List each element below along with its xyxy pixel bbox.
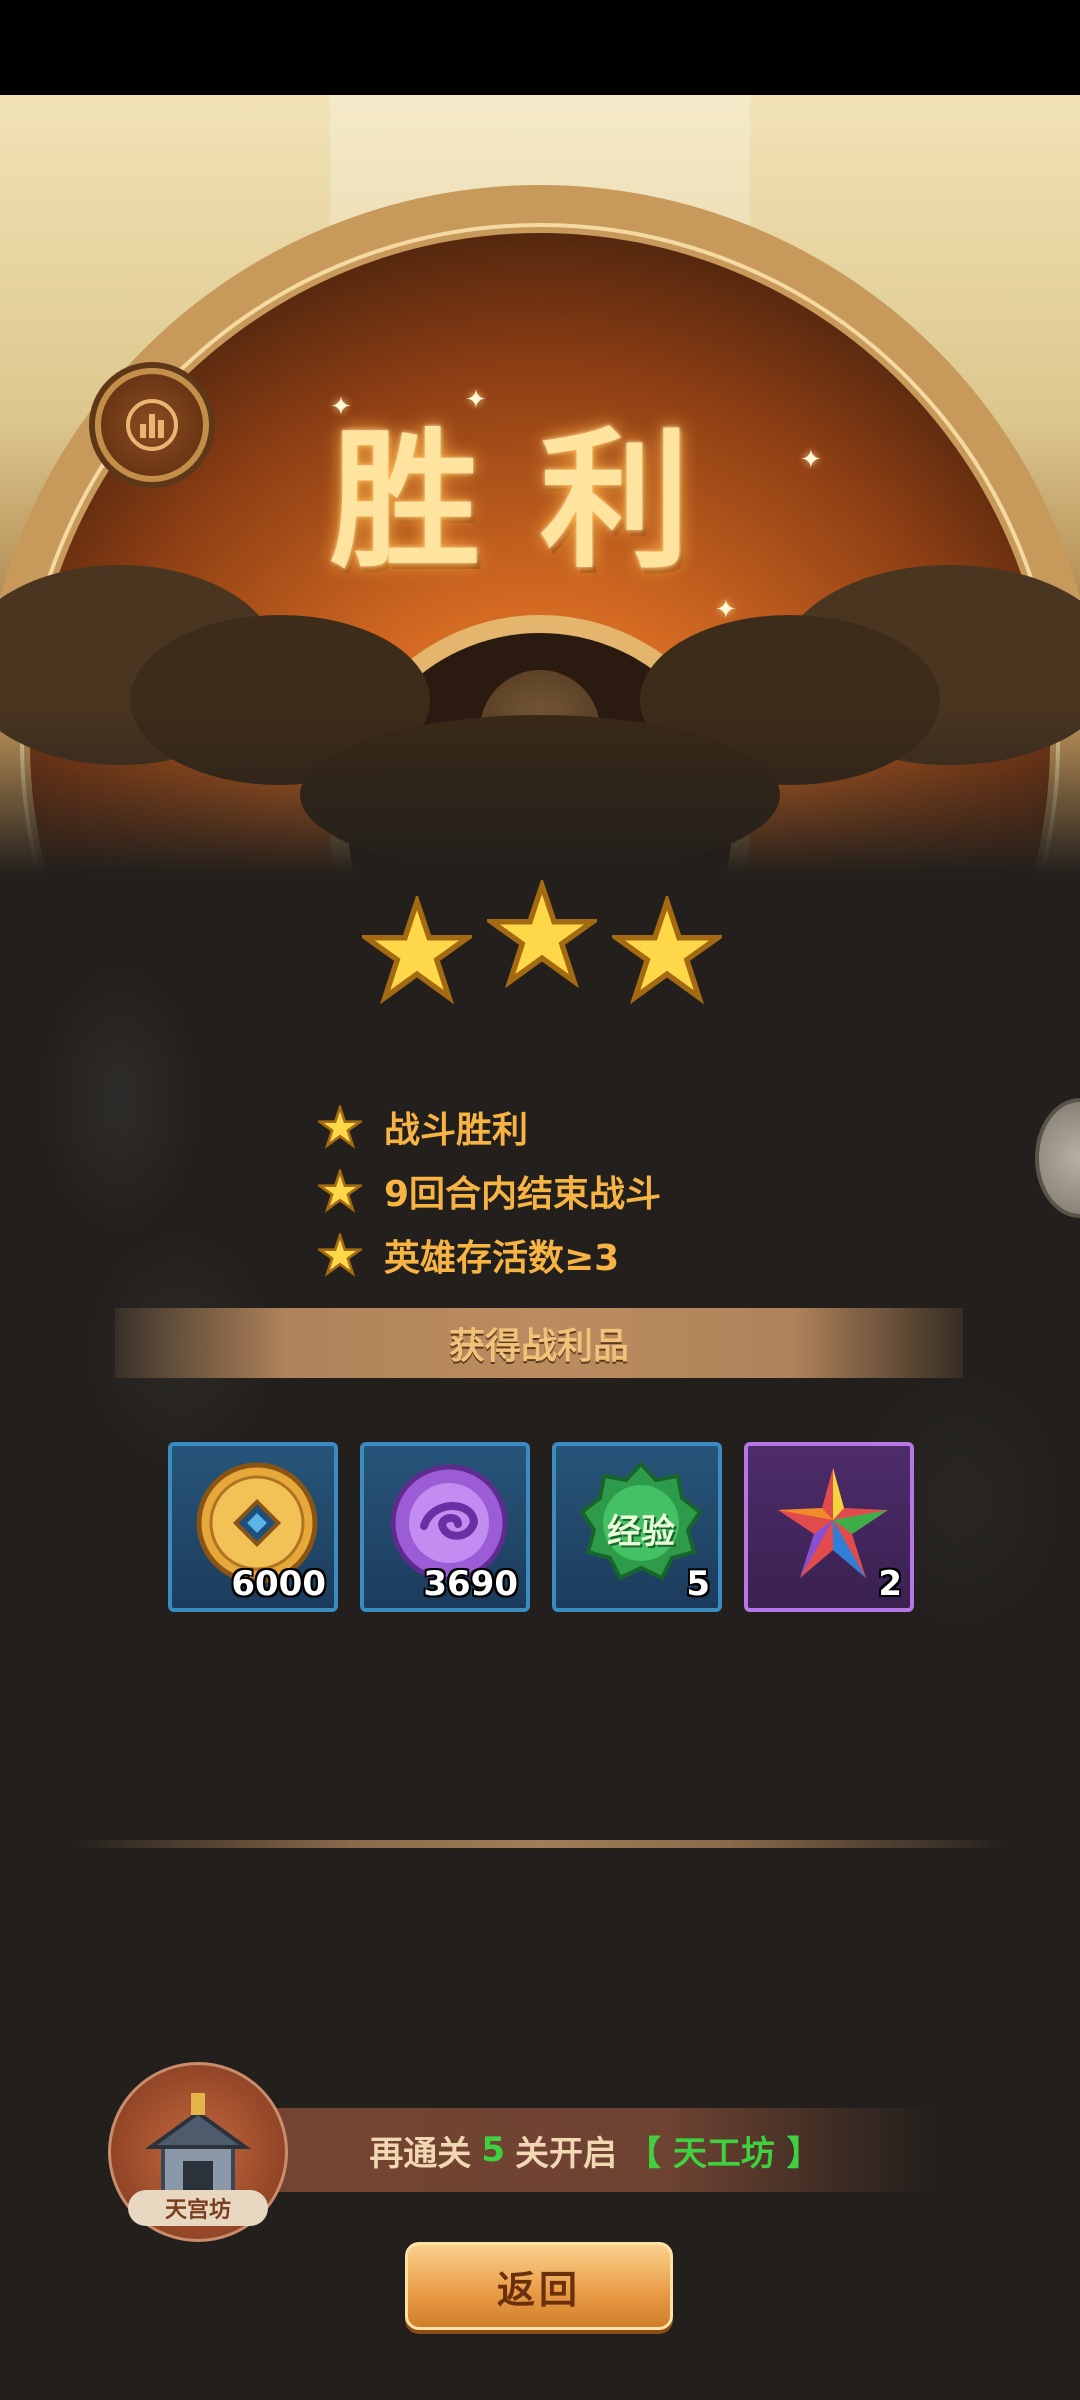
star-icon xyxy=(318,1169,362,1213)
status-bar xyxy=(0,0,1080,95)
condition-label: 战斗胜利 xyxy=(384,1110,529,1151)
star-icon xyxy=(318,1105,362,1149)
loot-item-gold[interactable]: 6000 xyxy=(168,1442,338,1612)
condition-label: 9回合内结束战斗 xyxy=(384,1174,662,1215)
sparkle-icon: ✦ xyxy=(715,595,737,625)
star-icon xyxy=(362,896,472,1005)
item-quantity: 5 xyxy=(686,1564,710,1604)
loot-header: 获得战利品 xyxy=(115,1308,963,1378)
unlock-suffix: 关开启 xyxy=(514,2133,617,2174)
exp-badge-text: 经验 xyxy=(607,1512,675,1552)
condition-item: 英雄存活数≥3 xyxy=(318,1223,661,1287)
unlock-count: 5 xyxy=(481,2130,505,2170)
banner-fade xyxy=(0,705,1080,905)
victory-title: 胜利 xyxy=(329,413,750,589)
item-quantity: 2 xyxy=(878,1564,902,1604)
loot-items: 6000 3690 经验 5 2 xyxy=(168,1442,914,1612)
condition-item: 9回合内结束战斗 xyxy=(318,1159,661,1223)
divider xyxy=(70,1840,1010,1848)
loot-item-orb[interactable]: 3690 xyxy=(360,1442,530,1612)
back-button-label: 返回 xyxy=(496,2267,581,2312)
star-conditions: 战斗胜利 9回合内结束战斗 英雄存活数≥3 xyxy=(318,1095,661,1287)
star-icon xyxy=(487,880,597,989)
unlock-feature: 【 天工坊 】 xyxy=(626,2133,821,2174)
back-button[interactable]: 返回 xyxy=(405,2242,673,2330)
star-rating xyxy=(0,880,1080,1010)
star-icon xyxy=(612,896,722,1005)
loot-item-crystal[interactable]: 2 xyxy=(744,1442,914,1612)
palace-label-text: 天宫坊 xyxy=(164,2198,231,2223)
sparkle-icon: ✦ xyxy=(330,392,352,422)
unlock-hint: 再通关 5 关开启 【 天工坊 】 xyxy=(265,2108,935,2192)
item-quantity: 3690 xyxy=(423,1564,518,1604)
rainbow-star-crystal-icon xyxy=(778,1468,888,1578)
condition-label: 英雄存活数≥3 xyxy=(384,1238,620,1279)
unlock-prefix: 再通关 xyxy=(369,2133,472,2174)
loot-item-exp[interactable]: 经验 5 xyxy=(552,1442,722,1612)
sparkle-icon: ✦ xyxy=(465,385,487,415)
star-icon xyxy=(318,1233,362,1277)
sparkle-icon: ✦ xyxy=(800,445,822,475)
item-quantity: 6000 xyxy=(231,1564,326,1604)
condition-item: 战斗胜利 xyxy=(318,1095,661,1159)
palace-label: 天宫坊 xyxy=(128,2190,268,2226)
loot-title: 获得战利品 xyxy=(448,1326,629,1367)
